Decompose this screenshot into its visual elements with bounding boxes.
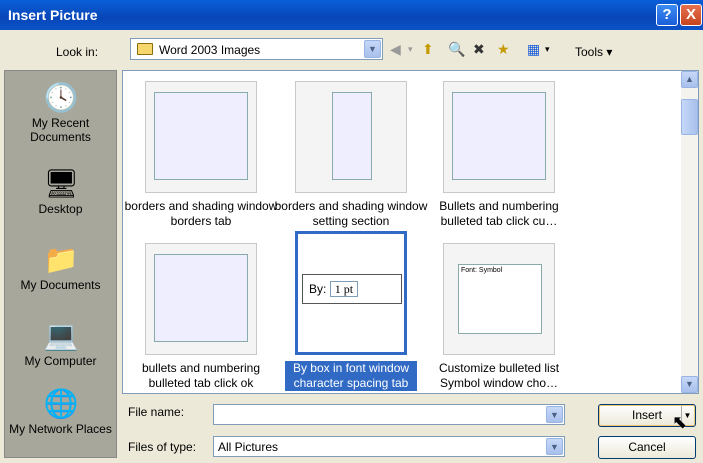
- thumbnail: [443, 81, 555, 193]
- place-label: My Recent Documents: [30, 116, 91, 144]
- place-my-network-places[interactable]: 🌐 My Network Places: [5, 388, 116, 437]
- thumbnail: [295, 81, 407, 193]
- thumbnail-image: [154, 92, 248, 180]
- file-thumbnail-view: borders and shading window borders tab b…: [122, 70, 699, 394]
- file-tile[interactable]: Font: Symbol Customize bulleted list Sym…: [421, 243, 571, 398]
- place-label: Desktop: [38, 202, 83, 216]
- cancel-label: Cancel: [628, 440, 666, 454]
- file-tile[interactable]: bullets and numbering bulleted tab click…: [123, 243, 273, 398]
- by-field-preview: By: 1 pt: [302, 274, 402, 304]
- place-my-computer[interactable]: 💻 My Computer: [5, 320, 116, 369]
- views-dropdown-icon[interactable]: ▾: [545, 40, 550, 58]
- desktop-icon: 🖥: [43, 168, 80, 199]
- chevron-down-icon[interactable]: ▼: [364, 40, 381, 58]
- scroll-up-icon[interactable]: ▲: [681, 71, 698, 88]
- file-caption: Customize bulleted list Symbol window ch…: [438, 361, 560, 390]
- recent-documents-icon: 🕓: [43, 82, 79, 113]
- file-tile[interactable]: borders and shading window setting secti…: [273, 81, 427, 236]
- file-tile[interactable]: borders and shading window borders tab: [123, 81, 277, 236]
- back-icon[interactable]: ◀: [390, 40, 401, 58]
- thumbnail: Font: Symbol: [443, 243, 555, 355]
- file-tile-selected[interactable]: By: 1 pt By box in font window character…: [273, 231, 423, 391]
- my-documents-icon: 📁: [43, 244, 79, 275]
- search-web-icon[interactable]: 🔍: [448, 40, 465, 58]
- new-folder-icon[interactable]: ★: [497, 40, 510, 58]
- places-bar: 🕓 My Recent Documents 🖥 Desktop 📁 My Doc…: [4, 70, 117, 458]
- dialog-title: Insert Picture: [8, 7, 98, 23]
- files-of-type-label: Files of type:: [128, 440, 197, 454]
- cancel-button[interactable]: Cancel: [598, 436, 696, 459]
- views-icon[interactable]: ▦: [527, 40, 540, 58]
- scroll-down-icon[interactable]: ▼: [681, 376, 698, 393]
- files-of-type-value: All Pictures: [218, 440, 279, 454]
- files-of-type-dropdown[interactable]: All Pictures ▼: [213, 436, 565, 457]
- thumbnail: [145, 243, 257, 355]
- title-bar[interactable]: Insert Picture ? X: [0, 0, 703, 30]
- place-my-documents[interactable]: 📁 My Documents: [5, 244, 116, 293]
- mouse-pointer-icon: ⬉: [672, 412, 688, 432]
- up-folder-icon[interactable]: ⬆: [422, 40, 434, 58]
- thumbnail-image: [154, 254, 248, 342]
- tools-menu[interactable]: Tools ▾: [575, 45, 612, 59]
- place-label: My Computer: [24, 354, 97, 368]
- look-in-label: Look in:: [56, 45, 99, 59]
- file-caption: Bullets and numbering bulleted tab click…: [439, 199, 559, 228]
- font-value: Symbol: [478, 267, 503, 274]
- my-computer-icon: 💻: [43, 320, 79, 351]
- thumbnail: By: 1 pt: [295, 231, 407, 355]
- tools-label: Tools: [575, 45, 604, 59]
- by-value: 1 pt: [329, 281, 359, 297]
- file-caption: bullets and numbering bulleted tab click…: [141, 361, 261, 390]
- chevron-down-icon[interactable]: ▼: [546, 438, 563, 455]
- place-desktop[interactable]: 🖥 Desktop: [5, 168, 116, 217]
- place-my-recent-documents[interactable]: 🕓 My Recent Documents: [5, 82, 116, 145]
- insert-picture-dialog: Insert Picture ? X Look in: Word 2003 Im…: [0, 0, 703, 463]
- look-in-dropdown[interactable]: Word 2003 Images ▼: [130, 38, 383, 60]
- thumbnail-image: [452, 92, 546, 180]
- thumbnail-image: [332, 92, 372, 180]
- scroll-thumb[interactable]: [681, 99, 698, 135]
- by-label: By:: [309, 282, 327, 296]
- file-name-input[interactable]: ▼: [213, 404, 565, 425]
- insert-label: Insert: [631, 408, 662, 422]
- thumbnail: [145, 81, 257, 193]
- folder-icon: [137, 43, 153, 55]
- file-name-label: File name:: [128, 405, 185, 419]
- vertical-scrollbar[interactable]: ▲ ▼: [681, 71, 698, 393]
- close-button[interactable]: X: [680, 4, 702, 26]
- font-label: Font:: [461, 267, 477, 274]
- network-places-icon: 🌐: [43, 388, 79, 419]
- back-dropdown-icon[interactable]: ▾: [408, 40, 413, 58]
- place-label: My Documents: [20, 278, 101, 292]
- file-caption: By box in font window character spacing …: [285, 361, 417, 391]
- thumbnail-image: Font: Symbol: [458, 264, 542, 334]
- file-caption: borders and shading window setting secti…: [274, 199, 428, 228]
- file-tile[interactable]: Bullets and numbering bulleted tab click…: [421, 81, 571, 236]
- chevron-down-icon[interactable]: ▼: [546, 406, 563, 423]
- place-label: My Network Places: [9, 422, 112, 436]
- delete-icon[interactable]: ✖: [473, 40, 485, 58]
- help-button[interactable]: ?: [656, 4, 678, 26]
- file-caption: borders and shading window borders tab: [124, 199, 278, 228]
- look-in-value: Word 2003 Images: [159, 43, 261, 57]
